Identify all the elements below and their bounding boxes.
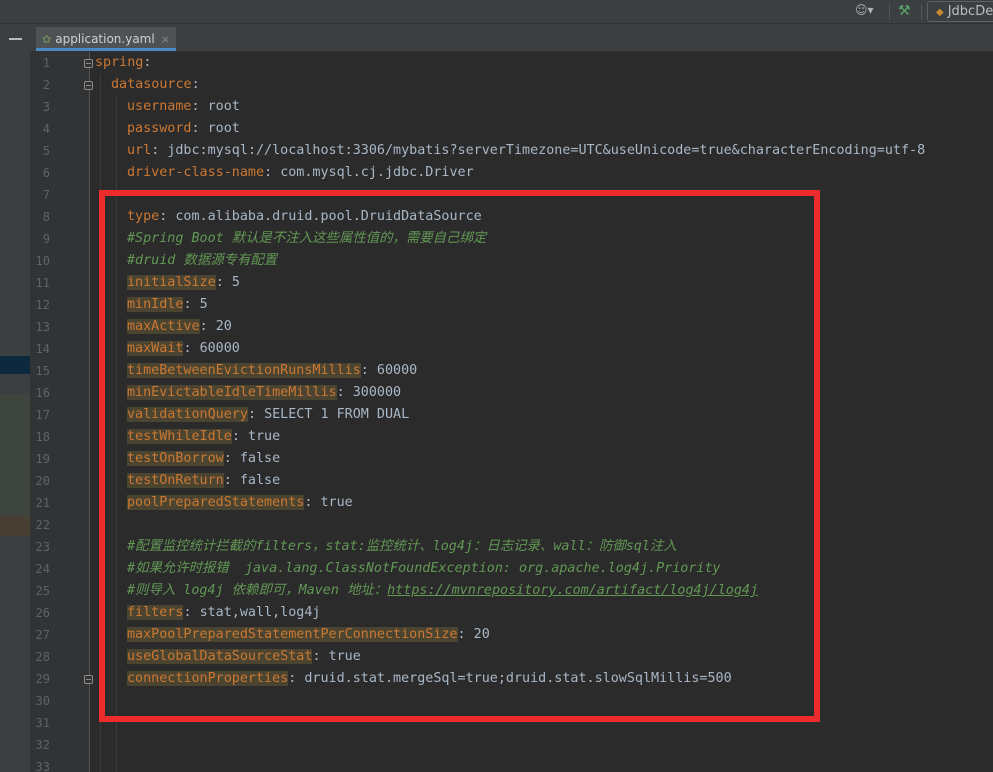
line-number: 8 — [42, 210, 50, 224]
line-number: 26 — [35, 606, 50, 620]
code-line: connectionProperties: druid.stat.mergeSq… — [127, 671, 732, 686]
toolbar-separator — [921, 4, 922, 20]
code-line: timeBetweenEvictionRunsMillis: 60000 — [127, 363, 418, 378]
line-number: 11 — [35, 276, 50, 290]
code-line: testOnBorrow: false — [127, 451, 281, 466]
line-number: 18 — [35, 430, 50, 444]
user-icon[interactable]: ☺▾ — [855, 3, 883, 21]
line-number: 4 — [42, 122, 50, 136]
maven-link[interactable]: https://mvnrepository.com/artifact/log4j… — [387, 583, 758, 598]
line-number: 28 — [35, 650, 50, 664]
main-toolbar: ☺▾ ⚒ ◆ JdbcDe — [0, 0, 993, 24]
line-number: 14 — [35, 342, 50, 356]
indent-guide — [100, 74, 101, 772]
code-line: filters: stat,wall,log4j — [127, 605, 321, 620]
line-number: 6 — [42, 166, 50, 180]
code-comment: #配置监控统计拦截的filters，stat:监控统计、log4j：日志记录、w… — [127, 539, 677, 554]
tab-application-yaml[interactable]: ✿ application.yaml × — [36, 27, 176, 51]
code-line: minIdle: 5 — [127, 297, 208, 312]
close-icon[interactable]: × — [161, 33, 170, 46]
line-number: 20 — [35, 474, 50, 488]
code-line: driver-class-name: com.mysql.cj.jdbc.Dri… — [127, 165, 474, 180]
line-number: 31 — [35, 716, 50, 730]
line-number: 12 — [35, 298, 50, 312]
tab-label: application.yaml — [55, 32, 155, 46]
line-number: 7 — [42, 188, 50, 202]
line-number: 13 — [35, 320, 50, 334]
selected-tree-row[interactable] — [0, 356, 30, 374]
code-comment: #则导入 log4j 依赖即可，Maven 地址：https://mvnrepo… — [127, 583, 759, 598]
code-line: minEvictableIdleTimeMillis: 300000 — [127, 385, 402, 400]
code-line: maxActive: 20 — [127, 319, 232, 334]
code-line: maxWait: 60000 — [127, 341, 240, 356]
code-line: url: jdbc:mysql://localhost:3306/mybatis… — [127, 143, 926, 158]
project-panel-edge — [0, 24, 30, 772]
code-line: testWhileIdle: true — [127, 429, 281, 444]
tree-rows-modified — [0, 394, 30, 516]
line-number: 15 — [35, 364, 50, 378]
code-line: password: root — [127, 121, 240, 136]
line-number: 3 — [42, 100, 50, 114]
line-number: 25 — [35, 584, 50, 598]
line-number: 17 — [35, 408, 50, 422]
code-line: maxPoolPreparedStatementPerConnectionSiz… — [127, 627, 490, 642]
code-editor[interactable]: spring: datasource: username: root passw… — [90, 52, 993, 772]
line-number: 32 — [35, 738, 50, 752]
line-number: 10 — [35, 254, 50, 268]
yaml-leaf-icon: ✿ — [42, 33, 52, 46]
code-line: type: com.alibaba.druid.pool.DruidDataSo… — [127, 209, 482, 224]
line-number: 9 — [42, 232, 50, 246]
line-number: 27 — [35, 628, 50, 642]
line-number: 22 — [35, 518, 50, 532]
code-line: validationQuery: SELECT 1 FROM DUAL — [127, 407, 410, 422]
editor-tab-bar: ✿ application.yaml × — [30, 24, 993, 52]
code-line: username: root — [127, 99, 240, 114]
line-number: 29 — [35, 672, 50, 686]
line-number: 30 — [35, 694, 50, 708]
collapse-icon[interactable] — [9, 38, 22, 40]
indent-guide — [116, 96, 117, 772]
line-number: 33 — [35, 760, 50, 772]
run-configuration-selector[interactable]: ◆ JdbcDe — [927, 1, 993, 22]
hammer-icon[interactable]: ⚒ — [898, 3, 916, 21]
code-comment: #如果允许时报错 java.lang.ClassNotFoundExceptio… — [127, 561, 721, 576]
tree-row-highlight — [0, 516, 30, 536]
code-line: initialSize: 5 — [127, 275, 240, 290]
line-number: 23 — [35, 540, 50, 554]
code-comment: #druid 数据源专有配置 — [127, 253, 278, 268]
run-config-label: JdbcDe — [947, 4, 993, 19]
line-number: 19 — [35, 452, 50, 466]
toolbar-separator — [889, 4, 890, 20]
code-line: datasource: — [111, 77, 200, 92]
line-number: 5 — [42, 144, 50, 158]
line-number: 1 — [42, 56, 50, 70]
line-number: 2 — [42, 78, 50, 92]
code-line: useGlobalDataSourceStat: true — [127, 649, 361, 664]
code-comment: #Spring Boot 默认是不注入这些属性值的，需要自己绑定 — [127, 231, 487, 246]
line-number: 24 — [35, 562, 50, 576]
code-line: testOnReturn: false — [127, 473, 281, 488]
code-line: poolPreparedStatements: true — [127, 495, 353, 510]
run-config-icon: ◆ — [936, 7, 944, 18]
line-number: 21 — [35, 496, 50, 510]
line-number: 16 — [35, 386, 50, 400]
code-line: spring: — [95, 55, 152, 70]
